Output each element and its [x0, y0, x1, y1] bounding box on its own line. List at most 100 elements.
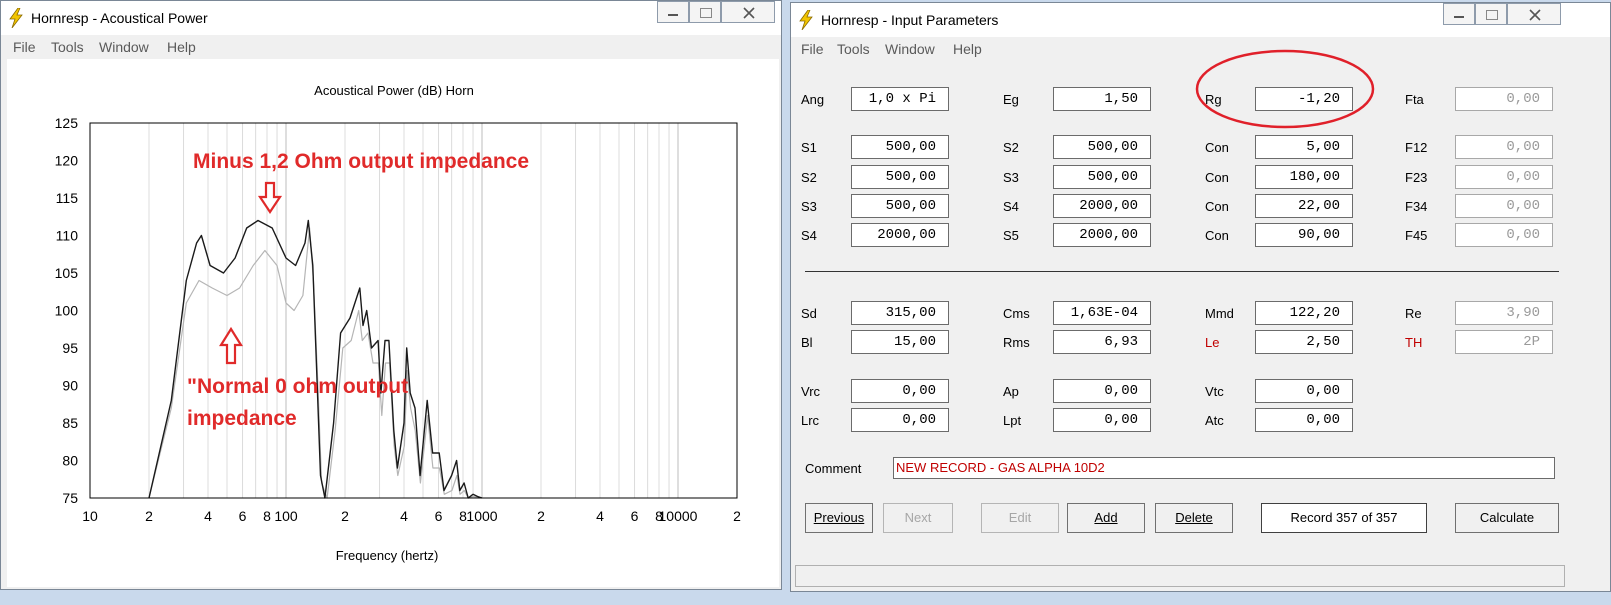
edit-button[interactable]: Edit	[981, 503, 1059, 533]
maximize-button[interactable]	[1475, 3, 1507, 25]
close-button[interactable]	[1507, 3, 1561, 25]
delete-button[interactable]: Delete	[1155, 503, 1233, 533]
param-field[interactable]: 3,90	[1455, 301, 1553, 325]
menu-window[interactable]: Window	[99, 39, 149, 55]
menu-window[interactable]: Window	[885, 41, 935, 57]
param-field[interactable]: 2P	[1455, 330, 1553, 354]
param-label: Lpt	[1003, 413, 1022, 428]
param-label: Sd	[801, 306, 817, 321]
x-tick-label: 6	[435, 508, 443, 524]
param-label: F45	[1405, 228, 1428, 243]
param-field[interactable]: 0,00	[1455, 223, 1553, 247]
param-field[interactable]: 500,00	[851, 165, 949, 189]
param-label: Atc	[1205, 413, 1224, 428]
param-label: Con	[1205, 170, 1229, 185]
param-label: Bl	[801, 335, 813, 350]
param-field[interactable]: 2000,00	[1053, 194, 1151, 218]
param-label: Con	[1205, 140, 1229, 155]
param-label: S2	[801, 170, 817, 185]
next-button[interactable]: Next	[883, 503, 953, 533]
x-tick-label: 6	[239, 508, 247, 524]
lightning-icon	[799, 10, 813, 30]
x-tick-label: 6	[631, 508, 639, 524]
param-field[interactable]: 500,00	[1053, 135, 1151, 159]
left-titlebar[interactable]: Hornresp - Acoustical Power	[1, 1, 781, 35]
menu-tools[interactable]: Tools	[51, 39, 84, 55]
param-label: Vtc	[1205, 384, 1224, 399]
comment-label: Comment	[805, 461, 862, 476]
param-label: Ang	[801, 92, 825, 107]
param-field[interactable]: 0,00	[1053, 408, 1151, 432]
series-line-normal-impedance	[148, 227, 483, 499]
calculate-button[interactable]: Calculate	[1455, 503, 1559, 533]
param-field[interactable]: 0,00	[851, 408, 949, 432]
close-icon	[743, 7, 755, 19]
param-field[interactable]: 500,00	[1053, 165, 1151, 189]
acoustical-power-chart: Acoustical Power (dB) Horn 75 80 85 90 95 100…	[55, 83, 741, 563]
previous-button[interactable]: Previous	[805, 503, 873, 533]
comment-field[interactable]: NEW RECORD - GAS ALPHA 10D2	[893, 457, 1555, 479]
annotation-normal-line2: impedance	[187, 407, 297, 430]
record-counter: Record 357 of 357	[1261, 503, 1427, 533]
param-field[interactable]: 6,93	[1053, 330, 1151, 354]
param-label: S4	[801, 228, 817, 243]
chart-area: Acoustical Power (dB) Horn 75 80 85 90 95 100…	[7, 59, 779, 587]
param-label: Con	[1205, 228, 1229, 243]
minimize-button[interactable]	[657, 1, 689, 23]
param-label: Rms	[1003, 335, 1030, 350]
right-titlebar[interactable]: Hornresp - Input Parameters	[791, 3, 1610, 37]
y-tick-label: 105	[55, 265, 79, 281]
param-field[interactable]: 0,00	[1255, 408, 1353, 432]
param-field[interactable]: 2000,00	[851, 223, 949, 247]
delete-label: Delete	[1175, 510, 1213, 525]
param-label: Le	[1205, 335, 1220, 350]
param-label: Mmd	[1205, 306, 1234, 321]
param-field[interactable]: 5,00	[1255, 135, 1353, 159]
param-label: Cms	[1003, 306, 1030, 321]
param-field[interactable]: 0,00	[1455, 194, 1553, 218]
param-field[interactable]: 90,00	[1255, 223, 1353, 247]
param-label: Re	[1405, 306, 1422, 321]
param-field[interactable]: 2000,00	[1053, 223, 1151, 247]
param-field[interactable]: 500,00	[851, 135, 949, 159]
maximize-button[interactable]	[689, 1, 721, 23]
param-field[interactable]: 0,00	[1455, 135, 1553, 159]
lightning-icon	[9, 8, 23, 28]
arrow-up-icon	[219, 326, 243, 365]
close-icon	[1529, 9, 1541, 21]
section-divider	[805, 271, 1559, 272]
x-tick-label: 10000	[659, 508, 698, 524]
menu-file[interactable]: File	[801, 41, 824, 57]
close-button[interactable]	[721, 1, 775, 23]
x-tick-label: 8	[263, 508, 271, 524]
y-tick-label: 110	[56, 228, 79, 244]
param-field[interactable]: 122,20	[1255, 301, 1353, 325]
param-label: F12	[1405, 140, 1428, 155]
menu-file[interactable]: File	[13, 39, 36, 55]
minimize-button[interactable]	[1443, 3, 1475, 25]
y-tick-label: 80	[62, 453, 78, 469]
param-field[interactable]: 500,00	[851, 194, 949, 218]
menu-tools[interactable]: Tools	[837, 41, 870, 57]
param-field[interactable]: 0,00	[1455, 165, 1553, 189]
param-field[interactable]: 0,00	[1255, 379, 1353, 403]
param-field[interactable]: 22,00	[1255, 194, 1353, 218]
add-button[interactable]: Add	[1067, 503, 1145, 533]
right-window-title: Hornresp - Input Parameters	[821, 12, 999, 28]
param-field[interactable]: 0,00	[851, 379, 949, 403]
param-field[interactable]: 1,63E-04	[1053, 301, 1151, 325]
param-field[interactable]: 1,0 x Pi	[851, 87, 949, 111]
param-field[interactable]: 315,00	[851, 301, 949, 325]
param-field[interactable]: 0,00	[1455, 87, 1553, 111]
param-field[interactable]: 0,00	[1053, 379, 1151, 403]
param-field[interactable]: 180,00	[1255, 165, 1353, 189]
param-field[interactable]: 1,50	[1053, 87, 1151, 111]
menu-help[interactable]: Help	[953, 41, 982, 57]
y-tick-label: 125	[55, 115, 79, 131]
x-tick-label: 2	[145, 508, 153, 524]
param-label: Con	[1205, 199, 1229, 214]
param-field[interactable]: 15,00	[851, 330, 949, 354]
param-field[interactable]: 2,50	[1255, 330, 1353, 354]
x-axis-label: Frequency (hertz)	[336, 548, 439, 563]
menu-help[interactable]: Help	[167, 39, 196, 55]
